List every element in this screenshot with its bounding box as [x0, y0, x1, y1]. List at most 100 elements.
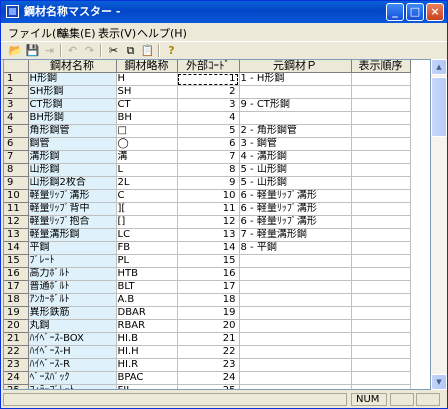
steel-abbr-cell[interactable]: H [116, 72, 178, 86]
external-code-cell[interactable]: 23 [177, 358, 240, 372]
display-order-cell[interactable] [351, 150, 411, 164]
row-number[interactable]: 6 [4, 137, 29, 151]
external-code-cell[interactable]: 4 [177, 111, 240, 125]
steel-abbr-cell[interactable]: 2L [116, 176, 178, 190]
external-code-cell[interactable]: 24 [177, 371, 240, 385]
row-number[interactable]: 20 [4, 319, 29, 333]
table-row[interactable]: 7 溝形鋼溝 7 4 - 溝形鋼 [4, 150, 411, 164]
external-code-cell[interactable]: 14 [177, 241, 240, 255]
table-row[interactable]: 20 丸鋼 RBAR 20 [4, 319, 411, 333]
external-code-cell[interactable]: 3 [177, 98, 240, 112]
row-number[interactable]: 2 [4, 85, 29, 99]
parent-steel-cell[interactable] [239, 358, 352, 372]
export-icon[interactable]: ⇥ [42, 43, 57, 58]
display-order-cell[interactable] [351, 189, 411, 203]
table-row[interactable]: 19 異形鉄筋 DBAR 19 [4, 306, 411, 320]
table-row[interactable]: 24 ﾍﾞｰｽﾊﾟｯｸ BPAC 24 [4, 371, 411, 385]
external-code-cell[interactable]: 19 [177, 306, 240, 320]
row-number[interactable]: 8 [4, 163, 29, 177]
steel-abbr-cell[interactable]: LC [116, 228, 178, 242]
external-code-cell[interactable]: 10 [177, 189, 240, 203]
steel-abbr-cell[interactable]: L [116, 163, 178, 177]
table-row[interactable]: 14 平鋼 FB 14 8 - 平鋼 [4, 241, 411, 255]
display-order-cell[interactable] [351, 345, 411, 359]
steel-name-cell[interactable]: 溝形鋼 [28, 150, 117, 164]
parent-steel-cell[interactable] [239, 111, 352, 125]
steel-abbr-cell[interactable]: BLT [116, 280, 178, 294]
external-code-cell[interactable]: 1 [177, 72, 240, 86]
steel-name-cell[interactable]: 異形鉄筋 [28, 306, 117, 320]
data-grid[interactable]: 鋼材名称 鋼材略称 外部ｺｰﾄﾞ 元鋼材Ｐ 表示順序 1 H形鋼 H 1 1 - H形鋼… [3, 59, 431, 390]
steel-abbr-cell[interactable]: FIL [116, 384, 178, 389]
steel-name-cell[interactable]: 軽量ﾘｯﾌﾟ背中 [28, 202, 117, 216]
table-row[interactable]: 11 軽量ﾘｯﾌﾟ背中][11 6 - 軽量ﾘｯﾌﾟ溝形 [4, 202, 411, 216]
header-steel-name[interactable]: 鋼材名称 [28, 60, 117, 73]
help-icon[interactable]: ? [164, 43, 179, 58]
table-row[interactable]: 12 軽量ﾘｯﾌﾟ抱合[] 12 6 - 軽量ﾘｯﾌﾟ溝形 [4, 215, 411, 229]
header-external-code[interactable]: 外部ｺｰﾄﾞ [177, 60, 240, 73]
maximize-button[interactable]: □ [406, 3, 424, 21]
parent-steel-cell[interactable] [239, 85, 352, 99]
display-order-cell[interactable] [351, 358, 411, 372]
steel-abbr-cell[interactable]: [] [116, 215, 178, 229]
undo-icon[interactable]: ↶ [65, 43, 80, 58]
display-order-cell[interactable] [351, 384, 411, 389]
row-number[interactable]: 24 [4, 371, 29, 385]
save-icon[interactable]: 💾 [25, 43, 40, 58]
table-row[interactable]: 4 BH形鋼 BH 4 [4, 111, 411, 125]
steel-name-cell[interactable]: 軽量ﾘｯﾌﾟ溝形 [28, 189, 117, 203]
table-row[interactable]: 13 軽量溝形鋼 LC 13 7 - 軽量溝形鋼 [4, 228, 411, 242]
menu-edit[interactable]: 編集(E) [58, 25, 96, 41]
steel-abbr-cell[interactable]: DBAR [116, 306, 178, 320]
parent-steel-cell[interactable] [239, 371, 352, 385]
display-order-cell[interactable] [351, 332, 411, 346]
display-order-cell[interactable] [351, 111, 411, 125]
external-code-cell[interactable]: 8 [177, 163, 240, 177]
external-code-cell[interactable]: 16 [177, 267, 240, 281]
steel-name-cell[interactable]: ｱﾝｶｰﾎﾞﾙﾄ [28, 293, 117, 307]
header-display-order[interactable]: 表示順序 [351, 60, 411, 73]
parent-steel-cell[interactable]: 1 - H形鋼 [239, 72, 352, 86]
steel-abbr-cell[interactable]: SH [116, 85, 178, 99]
parent-steel-cell[interactable]: 5 - 山形鋼 [239, 176, 352, 190]
parent-steel-cell[interactable] [239, 267, 352, 281]
parent-steel-cell[interactable]: 4 - 溝形鋼 [239, 150, 352, 164]
row-number[interactable]: 16 [4, 267, 29, 281]
table-row[interactable]: 6 鋼管 ◯ 6 3 - 鋼管 [4, 137, 411, 151]
parent-steel-cell[interactable] [239, 345, 352, 359]
steel-abbr-cell[interactable]: RBAR [116, 319, 178, 333]
row-number[interactable]: 23 [4, 358, 29, 372]
table-row[interactable]: 16 高力ﾎﾞﾙﾄ HTB 16 [4, 267, 411, 281]
display-order-cell[interactable] [351, 371, 411, 385]
display-order-cell[interactable] [351, 85, 411, 99]
external-code-cell[interactable]: 7 [177, 150, 240, 164]
parent-steel-cell[interactable]: 8 - 平鋼 [239, 241, 352, 255]
steel-name-cell[interactable]: 山形鋼 [28, 163, 117, 177]
scroll-up-icon[interactable]: ▲ [431, 59, 447, 75]
row-number[interactable]: 25 [4, 384, 29, 389]
steel-abbr-cell[interactable]: BPAC [116, 371, 178, 385]
steel-name-cell[interactable]: 鋼管 [28, 137, 117, 151]
table-row[interactable]: 8 山形鋼 L 8 5 - 山形鋼 [4, 163, 411, 177]
row-number[interactable]: 14 [4, 241, 29, 255]
table-row[interactable]: 21 ﾊｲﾍﾞｰｽ-BOX HI.B 21 [4, 332, 411, 346]
row-number[interactable]: 22 [4, 345, 29, 359]
steel-abbr-cell[interactable]: HI.R [116, 358, 178, 372]
external-code-cell[interactable]: 9 [177, 176, 240, 190]
external-code-cell[interactable]: 21 [177, 332, 240, 346]
steel-name-cell[interactable]: 平鋼 [28, 241, 117, 255]
row-number[interactable]: 11 [4, 202, 29, 216]
table-row[interactable]: 10 軽量ﾘｯﾌﾟ溝形 C 10 6 - 軽量ﾘｯﾌﾟ溝形 [4, 189, 411, 203]
open-icon[interactable]: 📂 [8, 43, 23, 58]
display-order-cell[interactable] [351, 176, 411, 190]
steel-name-cell[interactable]: ﾌｨﾗｰﾌﾟﾚｰﾄ [28, 384, 117, 389]
table-row[interactable]: 23 ﾊｲﾍﾞｰｽ-R HI.R 23 [4, 358, 411, 372]
table-row[interactable]: 15 ﾌﾟﾚｰﾄ PL 15 [4, 254, 411, 268]
parent-steel-cell[interactable] [239, 319, 352, 333]
steel-name-cell[interactable]: 丸鋼 [28, 319, 117, 333]
steel-abbr-cell[interactable]: CT [116, 98, 178, 112]
table-row[interactable]: 5 角形鋼管 □ 5 2 - 角形鋼管 [4, 124, 411, 138]
steel-abbr-cell[interactable]: 溝 [116, 150, 178, 164]
redo-icon[interactable]: ↷ [82, 43, 97, 58]
display-order-cell[interactable] [351, 228, 411, 242]
